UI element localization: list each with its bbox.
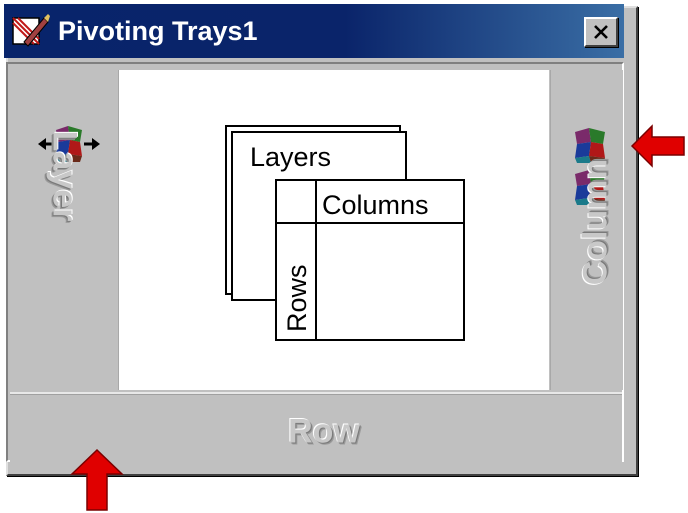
layer-tray-label: Layer (45, 130, 84, 222)
layer-tray[interactable] (10, 70, 119, 390)
layers-label: Layers (250, 142, 331, 172)
row-tray-label: Row (288, 412, 360, 451)
pivot-diagram: Layers Columns Rows (225, 125, 465, 341)
close-icon (594, 25, 608, 39)
title-bar[interactable]: Pivoting Trays1 (4, 4, 624, 58)
red-arrow-left (630, 124, 685, 168)
window-title: Pivoting Trays1 (58, 16, 258, 46)
close-button[interactable] (584, 17, 618, 47)
red-arrow-up (70, 448, 124, 511)
column-tray-label: Column (576, 158, 615, 286)
pivot-app-icon (12, 14, 50, 47)
columns-label: Columns (322, 190, 429, 220)
rows-label: Rows (282, 264, 312, 332)
